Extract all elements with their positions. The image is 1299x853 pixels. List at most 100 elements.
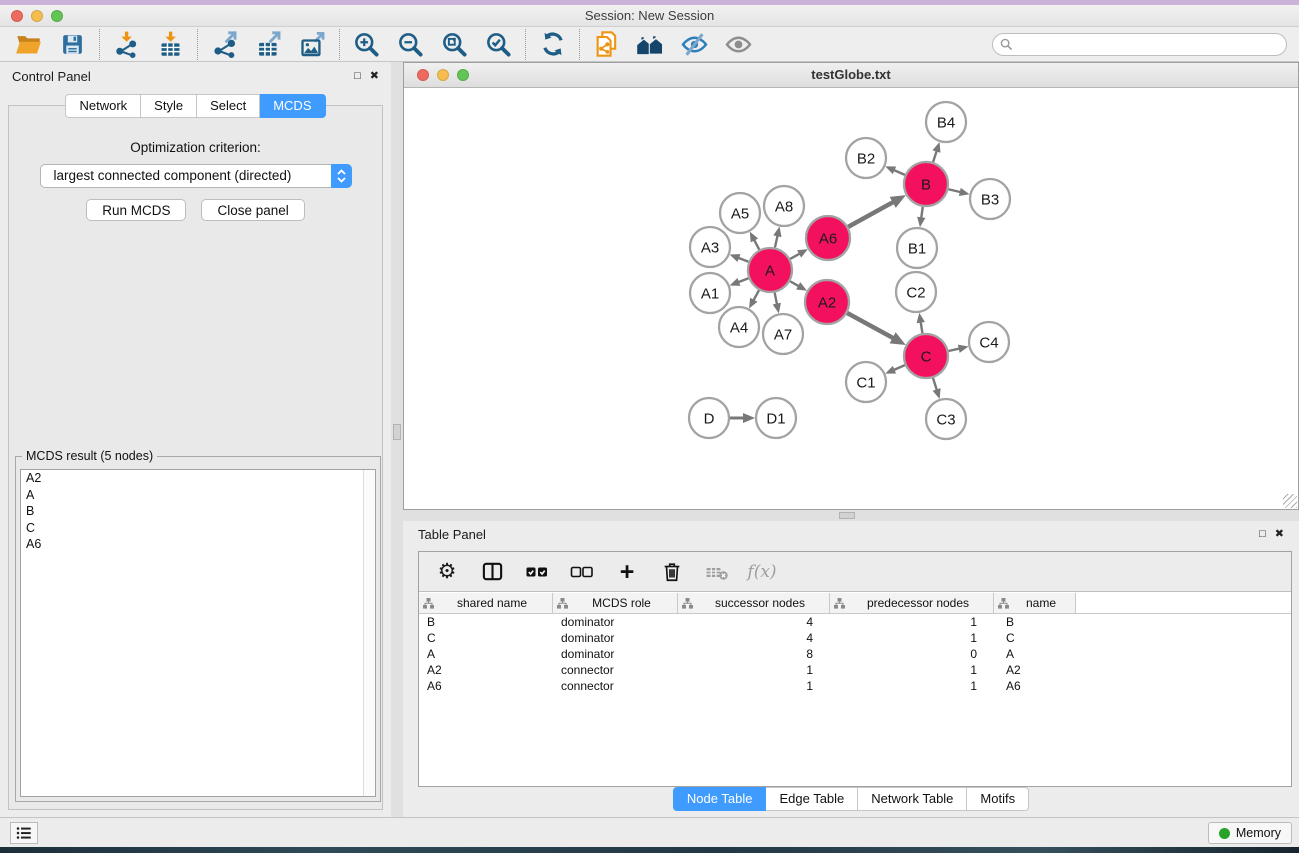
zoom-in-icon[interactable] <box>352 30 381 59</box>
home-view-icon[interactable] <box>636 30 665 59</box>
table-cell[interactable]: dominator <box>553 631 678 645</box>
graph-node-B2[interactable]: B2 <box>846 138 886 178</box>
table-cell[interactable]: 4 <box>678 631 830 645</box>
table-cell[interactable]: 1 <box>830 615 994 629</box>
table-cell[interactable]: 1 <box>830 631 994 645</box>
function-builder-icon[interactable]: f(x) <box>749 559 775 585</box>
tab-node-table[interactable]: Node Table <box>673 787 767 811</box>
table-row[interactable]: Bdominator41B <box>419 614 1291 630</box>
float-panel-icon[interactable]: □ <box>354 71 361 82</box>
column-header-name[interactable]: name <box>994 593 1076 613</box>
graph-node-C1[interactable]: C1 <box>846 362 886 402</box>
table-cell[interactable]: 1 <box>678 663 830 677</box>
select-all-columns-icon[interactable] <box>524 559 550 585</box>
tab-network-table[interactable]: Network Table <box>858 787 967 811</box>
show-all-icon[interactable] <box>724 30 753 59</box>
graph-node-A2[interactable]: A2 <box>805 280 849 324</box>
close-panel-button[interactable]: Close panel <box>201 199 304 221</box>
table-cell[interactable]: 4 <box>678 615 830 629</box>
delete-table-icon[interactable] <box>704 559 730 585</box>
window-resize-grip[interactable] <box>1283 494 1297 508</box>
table-row[interactable]: A6connector11A6 <box>419 678 1291 694</box>
table-cell[interactable]: dominator <box>553 647 678 661</box>
graph-node-A[interactable]: A <box>748 248 792 292</box>
save-session-icon[interactable] <box>58 30 87 59</box>
tab-edge-table[interactable]: Edge Table <box>766 787 858 811</box>
graph-node-A7[interactable]: A7 <box>763 314 803 354</box>
table-cell[interactable]: C <box>994 631 1076 645</box>
graph-node-C2[interactable]: C2 <box>896 272 936 312</box>
horizontal-split-divider[interactable] <box>403 510 1299 521</box>
table-cell[interactable]: A <box>994 647 1076 661</box>
table-cell[interactable]: connector <box>553 663 678 677</box>
tab-motifs[interactable]: Motifs <box>967 787 1029 811</box>
zoom-selected-icon[interactable] <box>484 30 513 59</box>
tab-style[interactable]: Style <box>141 94 197 118</box>
zoom-fit-icon[interactable] <box>440 30 469 59</box>
import-table-icon[interactable] <box>156 30 185 59</box>
table-cell[interactable]: dominator <box>553 615 678 629</box>
task-history-button[interactable] <box>10 822 38 844</box>
table-cell[interactable]: B <box>419 615 553 629</box>
graph-node-C4[interactable]: C4 <box>969 322 1009 362</box>
list-scrollbar[interactable] <box>363 470 375 796</box>
column-header-MCDS-role[interactable]: MCDS role <box>553 593 678 613</box>
table-cell[interactable]: A6 <box>419 679 553 693</box>
tab-network[interactable]: Network <box>65 94 141 118</box>
table-cell[interactable]: 0 <box>830 647 994 661</box>
column-header-successor-nodes[interactable]: successor nodes <box>678 593 830 613</box>
optimization-select[interactable]: largest connected component (directed) <box>40 164 352 188</box>
refresh-layout-icon[interactable] <box>538 30 567 59</box>
open-session-icon[interactable] <box>14 30 43 59</box>
table-cell[interactable]: B <box>994 615 1076 629</box>
graph-node-C3[interactable]: C3 <box>926 399 966 439</box>
clone-network-icon[interactable] <box>592 30 621 59</box>
tab-select[interactable]: Select <box>197 94 260 118</box>
table-row[interactable]: A2connector11A2 <box>419 662 1291 678</box>
mcds-result-item[interactable]: B <box>21 503 375 520</box>
table-cell[interactable]: 1 <box>830 679 994 693</box>
column-header-shared-name[interactable]: shared name <box>419 593 553 613</box>
mcds-result-item[interactable]: A <box>21 487 375 504</box>
graph-node-B1[interactable]: B1 <box>897 228 937 268</box>
network-window-titlebar[interactable]: testGlobe.txt <box>404 63 1298 88</box>
export-network-icon[interactable] <box>210 30 239 59</box>
column-panel-icon[interactable] <box>479 559 505 585</box>
table-cell[interactable]: A6 <box>994 679 1076 693</box>
mcds-result-item[interactable]: A6 <box>21 536 375 553</box>
unselect-all-columns-icon[interactable] <box>569 559 595 585</box>
close-panel-icon[interactable]: ✖ <box>1275 529 1284 540</box>
table-cell[interactable]: 8 <box>678 647 830 661</box>
graph-node-B[interactable]: B <box>904 162 948 206</box>
import-network-icon[interactable] <box>112 30 141 59</box>
export-image-icon[interactable] <box>298 30 327 59</box>
graph-node-A6[interactable]: A6 <box>806 216 850 260</box>
graph-edge-A6-B[interactable] <box>848 200 897 227</box>
network-canvas[interactable]: B4B2BB3A5A8A6A3B1AA1C2A2A4A7C4CC1C3DD1 <box>404 89 1298 509</box>
zoom-out-icon[interactable] <box>396 30 425 59</box>
float-panel-icon[interactable]: □ <box>1259 529 1266 540</box>
table-cell[interactable]: A2 <box>994 663 1076 677</box>
mcds-result-item[interactable]: C <box>21 520 375 537</box>
table-row[interactable]: Adominator80A <box>419 646 1291 662</box>
graph-node-A8[interactable]: A8 <box>764 186 804 226</box>
search-input[interactable] <box>992 33 1287 56</box>
split-grip[interactable] <box>839 512 855 519</box>
graph-node-A5[interactable]: A5 <box>720 193 760 233</box>
graph-edge-A2-C[interactable] <box>847 313 896 340</box>
table-cell[interactable]: C <box>419 631 553 645</box>
run-mcds-button[interactable]: Run MCDS <box>86 199 186 221</box>
memory-button[interactable]: Memory <box>1208 822 1292 844</box>
table-cell[interactable]: connector <box>553 679 678 693</box>
column-header-predecessor-nodes[interactable]: predecessor nodes <box>830 593 994 613</box>
close-panel-icon[interactable]: ✖ <box>370 71 379 82</box>
table-settings-icon[interactable]: ⚙ <box>434 559 460 585</box>
delete-column-icon[interactable] <box>659 559 685 585</box>
graph-node-A1[interactable]: A1 <box>690 273 730 313</box>
graph-node-D1[interactable]: D1 <box>756 398 796 438</box>
table-cell[interactable]: 1 <box>678 679 830 693</box>
graph-node-B3[interactable]: B3 <box>970 179 1010 219</box>
tab-mcds[interactable]: MCDS <box>260 94 325 118</box>
create-column-icon[interactable]: + <box>614 559 640 585</box>
table-cell[interactable]: A2 <box>419 663 553 677</box>
